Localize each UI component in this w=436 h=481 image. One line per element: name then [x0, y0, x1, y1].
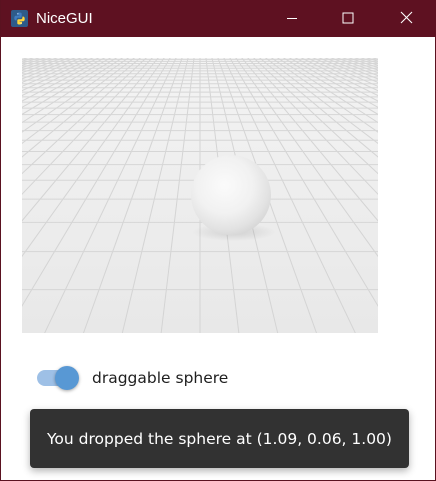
- maximize-button[interactable]: [319, 0, 377, 37]
- sphere[interactable]: [191, 155, 271, 235]
- scene-render: [22, 58, 378, 333]
- window-title: NiceGUI: [36, 10, 93, 27]
- toggle-thumb: [55, 366, 79, 390]
- maximize-icon: [342, 9, 354, 28]
- notification-message: You dropped the sphere at (1.09, 0.06, 1…: [47, 429, 392, 448]
- toggle-label[interactable]: draggable sphere: [92, 368, 228, 388]
- close-button[interactable]: [377, 0, 435, 37]
- draggable-sphere-toggle[interactable]: [35, 364, 81, 392]
- minimize-icon: [286, 9, 298, 28]
- title-bar[interactable]: NiceGUI: [1, 0, 436, 37]
- 3d-scene-canvas[interactable]: [22, 58, 378, 333]
- notification-toast: You dropped the sphere at (1.09, 0.06, 1…: [30, 409, 409, 468]
- app-window: NiceGUI draggable sphere You dropped the…: [0, 0, 436, 481]
- minimize-button[interactable]: [263, 0, 321, 37]
- python-logo-icon: [11, 10, 28, 27]
- close-icon: [400, 9, 413, 28]
